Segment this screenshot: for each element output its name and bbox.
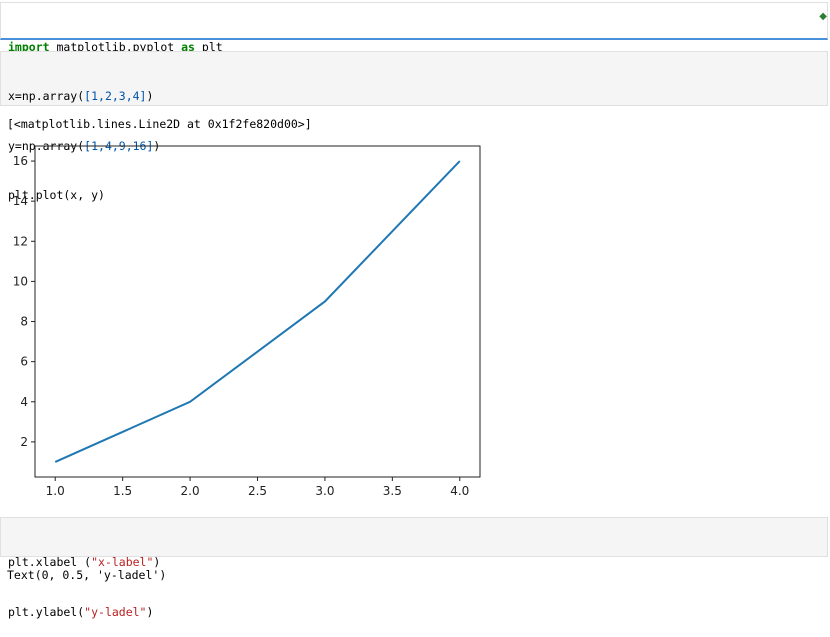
x-tick-label: 1.5 <box>113 484 132 498</box>
series-line <box>54 160 461 463</box>
code-line: x=np.array([1,2,3,4]) <box>8 89 154 103</box>
y-tick-label: 16 <box>13 154 28 168</box>
cell-marker-icon: ◆ <box>819 11 827 22</box>
axis-ticks: 1.0 1.5 2.0 2.5 3.0 3.5 4.0 2 4 6 8 10 12 14 16 <box>13 154 470 498</box>
x-tick-label: 1.0 <box>46 484 65 498</box>
code-line: plt.ylabel("y-ladel") <box>8 604 154 619</box>
code-cell-plot[interactable]: x=np.array([1,2,3,4]) y=np.array([1,4,9,… <box>0 51 828 202</box>
y-tick-label: 2 <box>20 435 28 449</box>
line-chart: 1.0 1.5 2.0 2.5 3.0 3.5 4.0 2 4 6 8 10 12 14 16 <box>13 145 481 498</box>
y-tick-label: 14 <box>13 194 28 208</box>
y-tick-label: 10 <box>13 274 28 288</box>
y-tick-label: 4 <box>20 395 28 409</box>
code-cell-labels[interactable]: plt.xlabel ("x-label") plt.ylabel("y-lad… <box>0 517 828 619</box>
cell-output-text: [<matplotlib.lines.Line2D at 0x1f2fe820d… <box>7 117 312 131</box>
x-tick-label: 3.0 <box>315 484 334 498</box>
code-cell-imports[interactable]: import matplotlib.pyplot as plt import n… <box>0 2 828 104</box>
y-tick-label: 8 <box>20 315 28 329</box>
x-tick-label: 4.0 <box>450 484 469 498</box>
cell-output-text: Text(0, 0.5, 'y-ladel') <box>7 568 167 582</box>
y-tick-label: 12 <box>13 234 28 248</box>
y-tick-label: 6 <box>20 355 28 369</box>
x-tick-label: 2.0 <box>181 484 200 498</box>
x-tick-label: 2.5 <box>248 484 267 498</box>
plot-frame <box>34 145 481 478</box>
x-tick-label: 3.5 <box>383 484 402 498</box>
